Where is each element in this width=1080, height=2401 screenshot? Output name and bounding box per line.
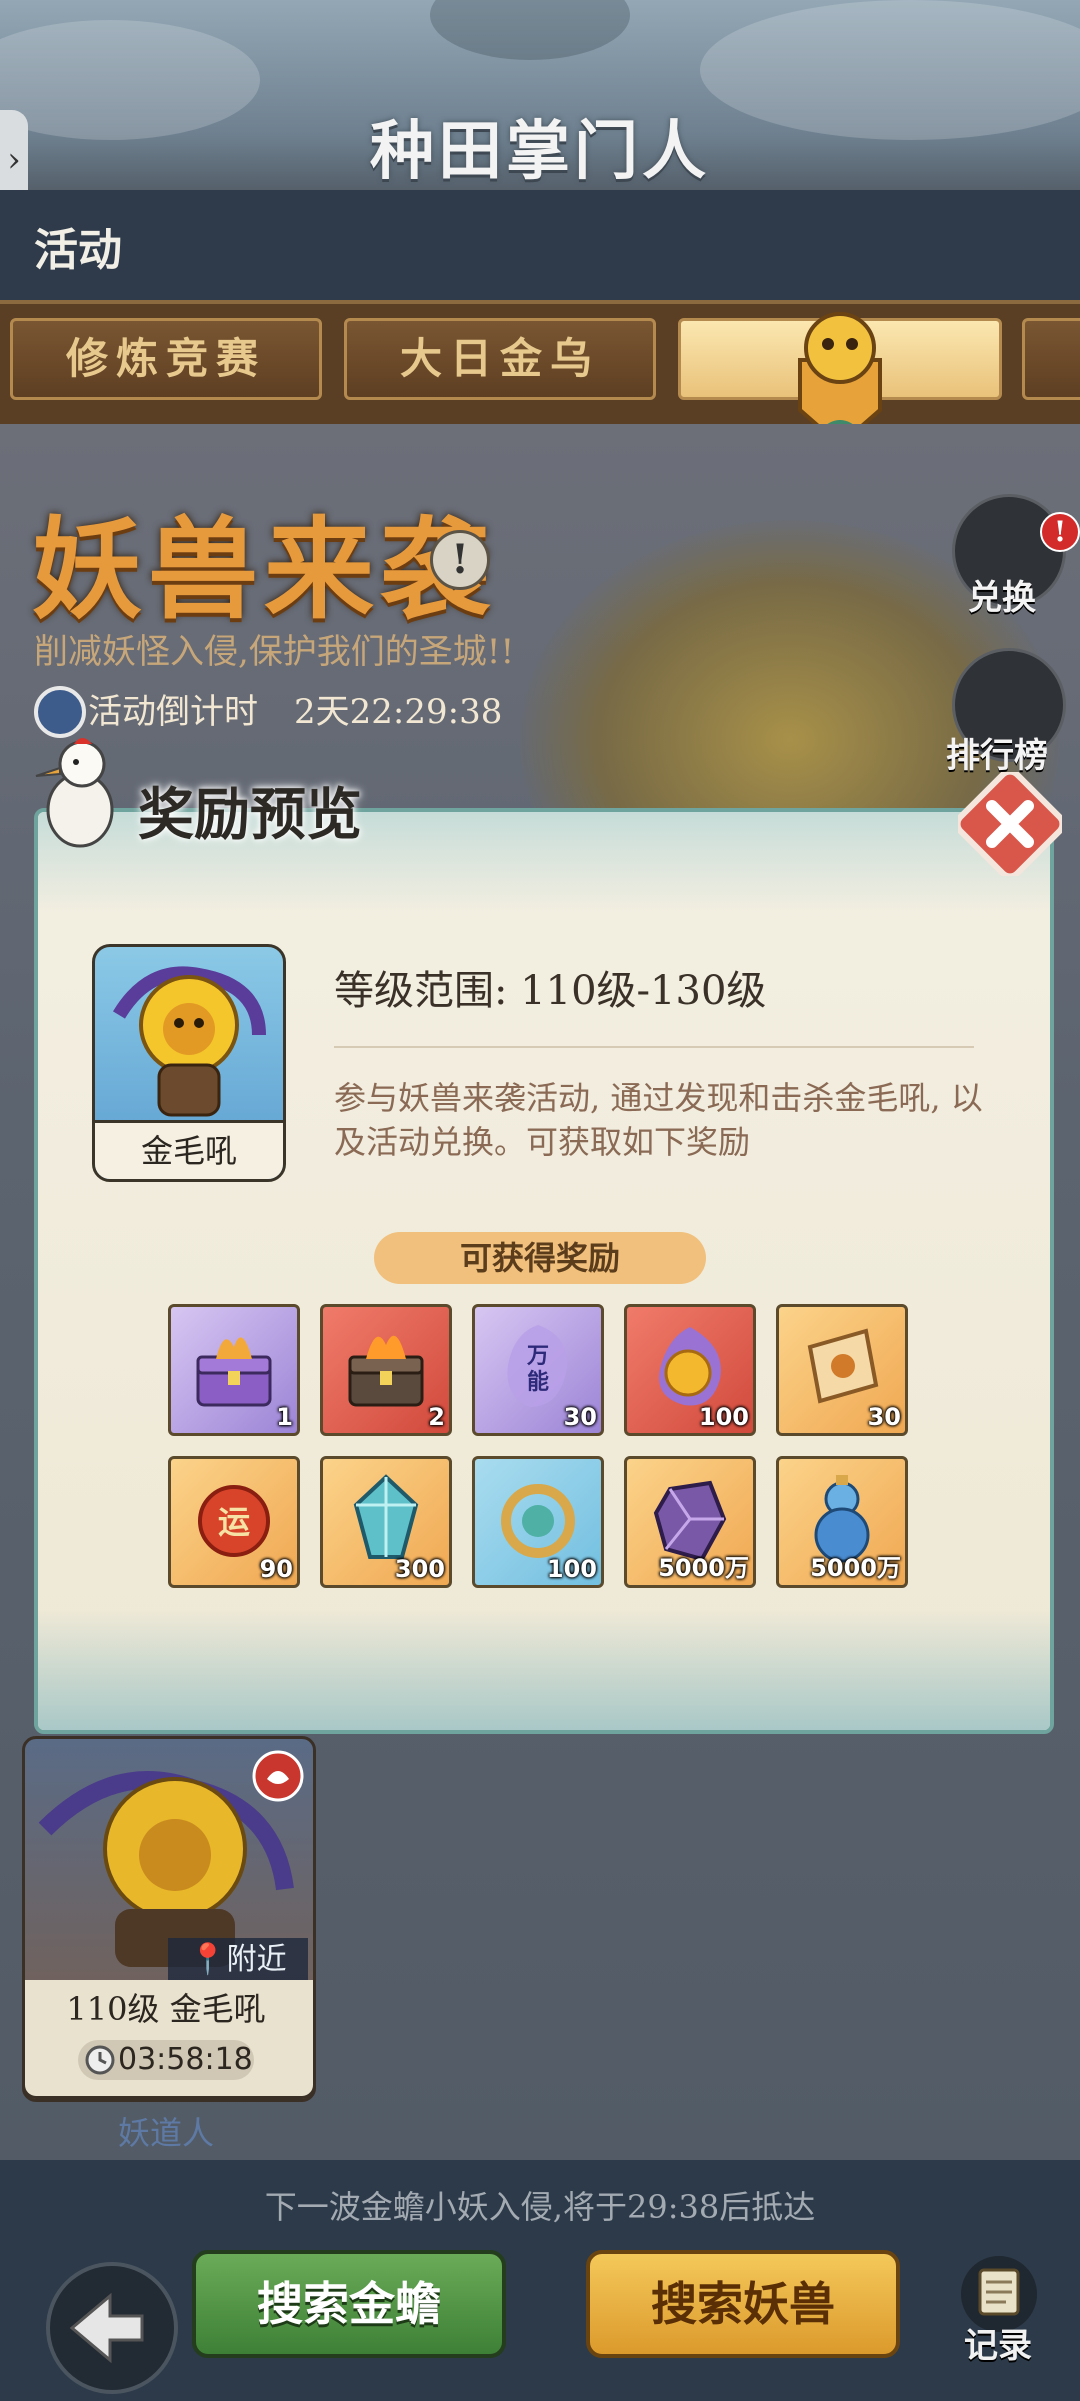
event-description: 参与妖兽来袭活动, 通过发现和击杀金毛吼, 以及活动兑换。可获取如下奖励 xyxy=(334,1079,983,1161)
crane-mascot-icon xyxy=(35,738,114,848)
exchange-label: 兑换 xyxy=(968,578,1036,618)
ranking-label: 排行榜 xyxy=(946,736,1048,776)
svg-text:运: 运 xyxy=(218,1503,250,1541)
reward-count: 90 xyxy=(259,1555,293,1583)
reward-item[interactable]: 1 xyxy=(168,1304,300,1436)
blue-crystal-icon xyxy=(353,1474,419,1559)
tab-more[interactable] xyxy=(1022,318,1080,400)
reward-count: 300 xyxy=(394,1555,445,1583)
reward-count: 100 xyxy=(698,1403,749,1431)
notification-badge: ! xyxy=(1040,512,1080,552)
dialog-title: 奖励预览 xyxy=(138,782,362,848)
countdown-label: 活动倒计时 xyxy=(88,692,258,732)
nearby-label: 附近 xyxy=(226,1942,287,1977)
reward-count: 30 xyxy=(563,1403,597,1431)
event-subtitle: 削减妖怪入侵,保护我们的圣城!! xyxy=(34,632,515,672)
page-title: 活动 xyxy=(34,225,122,276)
search-golden-toad-button[interactable]: 搜索金蟾 xyxy=(192,2250,506,2358)
tab-training-contest[interactable]: 修炼竞赛 xyxy=(10,318,322,400)
clock-icon xyxy=(85,2045,115,2075)
reward-count: 5000万 xyxy=(658,1554,749,1582)
reward-item[interactable]: 运 90 xyxy=(168,1456,300,1588)
tab-golden-crow[interactable]: 大日金乌 xyxy=(344,318,656,400)
reward-item[interactable]: 2 xyxy=(320,1304,452,1436)
reward-item[interactable]: 100 xyxy=(472,1456,604,1588)
svg-text:能: 能 xyxy=(527,1369,549,1395)
nearby-tag: 📍附近 xyxy=(168,1938,308,1982)
wave-notice: 下一波金蟾小妖入侵,将于29:38后抵达 xyxy=(264,2188,816,2226)
svg-text:万: 万 xyxy=(526,1343,549,1369)
reward-count: 100 xyxy=(546,1555,597,1583)
info-icon[interactable]: ! xyxy=(430,530,490,590)
fire-chest-icon xyxy=(348,1335,424,1407)
boss-name: 金毛吼 xyxy=(95,1120,283,1179)
fire-chest-icon xyxy=(196,1337,272,1407)
reward-item[interactable]: 5000万 xyxy=(624,1456,756,1588)
level-range: 等级范围: 110级-130级 xyxy=(334,968,767,1014)
monster-owner: 妖道人 xyxy=(117,2114,214,2152)
search-beast-button[interactable]: 搜索妖兽 xyxy=(586,2250,900,2358)
reward-item[interactable]: 100 xyxy=(624,1304,756,1436)
reward-count: 30 xyxy=(867,1403,901,1431)
monster-timer: 03:58:18 xyxy=(118,2042,253,2077)
close-button[interactable] xyxy=(958,772,1062,876)
jade-ring-icon xyxy=(501,1484,575,1558)
title-bar xyxy=(0,190,1080,300)
reward-item[interactable]: 万 能 30 xyxy=(472,1304,604,1436)
universal-shard-icon: 万 能 xyxy=(507,1325,567,1407)
rewards-header: 可获得奖励 xyxy=(374,1232,706,1284)
reward-count: 2 xyxy=(428,1403,445,1431)
golden-lion-icon xyxy=(112,966,266,1117)
luck-orb-icon: 运 xyxy=(198,1485,270,1557)
reward-item[interactable]: 5000万 xyxy=(776,1456,908,1588)
countdown-value: 2天22:29:38 xyxy=(294,692,503,732)
divider xyxy=(334,1046,974,1048)
boss-portrait-card: 金毛吼 xyxy=(92,944,286,1182)
beast-emblem-icon xyxy=(252,1750,304,1802)
spirit-orb-icon xyxy=(659,1327,721,1406)
reward-count: 5000万 xyxy=(810,1554,901,1582)
reward-count: 1 xyxy=(276,1403,293,1431)
monster-level-name: 110级 金毛吼 xyxy=(66,1990,266,2028)
reward-item[interactable]: 30 xyxy=(776,1304,908,1436)
event-title: 妖兽来袭 xyxy=(32,505,496,634)
game-logo: 种田掌门人 xyxy=(370,114,710,189)
reward-item[interactable]: 300 xyxy=(320,1456,452,1588)
back-button[interactable] xyxy=(46,2262,178,2394)
wave-decoration xyxy=(38,1610,1050,1730)
records-label[interactable]: 记录 xyxy=(964,2318,1032,2367)
scroll-icon xyxy=(807,1328,879,1404)
